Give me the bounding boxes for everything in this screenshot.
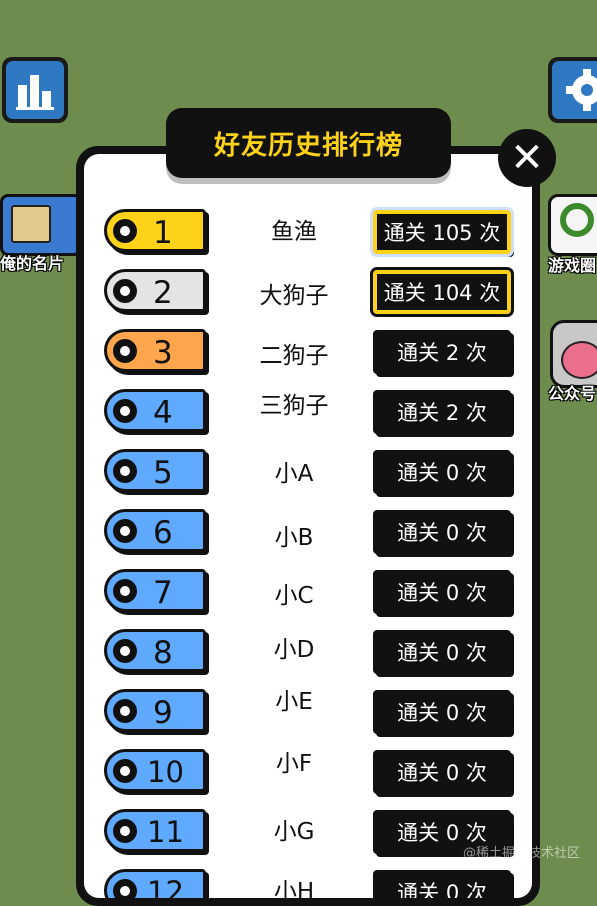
card-icon — [11, 205, 51, 243]
rank-number: 2 — [153, 275, 173, 311]
ring-icon — [113, 519, 137, 543]
rank-number: 11 — [147, 815, 184, 849]
table-row: 2 大狗子 通关 104 次 — [84, 266, 532, 316]
ring-icon — [113, 639, 137, 663]
player-name: 小E — [275, 689, 313, 715]
ring-icon — [113, 759, 137, 783]
pass-count-badge: 通关 0 次 — [373, 510, 511, 554]
ranking-panel: 1 鱼渔 通关 105 次 2 大狗子 通关 104 次 3 二狗子 通关 2 次 4 三狗子 通关 … — [76, 146, 540, 906]
pass-count-badge: 通关 0 次 — [373, 450, 511, 494]
pass-count-badge: 通关 0 次 — [373, 870, 511, 898]
ring-icon — [113, 879, 137, 898]
table-row: 10 小F 通关 0 次 — [84, 746, 532, 796]
ring-icon — [113, 819, 137, 843]
pass-count-badge: 通关 2 次 — [373, 390, 511, 434]
rank-badge: 12 — [104, 869, 206, 898]
table-row: 1 鱼渔 通关 105 次 — [84, 206, 532, 256]
pass-count-badge: 通关 104 次 — [373, 270, 511, 314]
rank-badge: 3 — [104, 329, 206, 372]
rank-number: 8 — [153, 635, 173, 671]
close-button[interactable]: ✕ — [498, 129, 556, 187]
rank-number: 1 — [153, 215, 173, 251]
rank-number: 4 — [153, 395, 173, 431]
rank-number: 6 — [153, 515, 173, 551]
rank-badge: 9 — [104, 689, 206, 732]
pass-count-badge: 通关 2 次 — [373, 330, 511, 374]
settings-button[interactable] — [548, 57, 597, 123]
pass-count-badge: 通关 0 次 — [373, 690, 511, 734]
player-name: 鱼渔 — [271, 219, 317, 245]
bar-chart-icon — [6, 61, 64, 119]
close-icon: ✕ — [510, 135, 544, 181]
pass-count-badge: 通关 105 次 — [373, 210, 511, 254]
player-name: 二狗子 — [259, 343, 329, 369]
ring-icon — [113, 579, 137, 603]
player-name: 三狗子 — [259, 393, 329, 419]
gear-icon — [552, 61, 597, 119]
rank-badge: 4 — [104, 389, 206, 432]
rank-badge: 11 — [104, 809, 206, 852]
player-name: 小C — [274, 583, 314, 609]
rank-number: 10 — [147, 755, 184, 789]
public-account-label: 公众号 — [548, 384, 597, 403]
pass-count-badge: 通关 0 次 — [373, 630, 511, 674]
watermark-text: @稀土掘金技术社区 — [463, 846, 581, 861]
mascot-icon — [561, 341, 597, 379]
table-row: 8 小D 通关 0 次 — [84, 626, 532, 676]
rank-number: 3 — [153, 335, 173, 371]
rank-badge: 7 — [104, 569, 206, 612]
my-card-label: 俺的名片 — [0, 254, 65, 273]
rank-badge: 5 — [104, 449, 206, 492]
rank-badge: 10 — [104, 749, 206, 792]
player-name: 小F — [275, 751, 313, 777]
player-name: 大狗子 — [259, 283, 329, 309]
table-row: 6 小B 通关 0 次 — [84, 506, 532, 556]
my-card-button[interactable] — [0, 194, 82, 256]
rank-badge: 2 — [104, 269, 206, 312]
table-row: 3 二狗子 通关 2 次 — [84, 326, 532, 376]
ring-icon — [113, 459, 137, 483]
pass-count-badge: 通关 0 次 — [373, 570, 511, 614]
ranking-list[interactable]: 1 鱼渔 通关 105 次 2 大狗子 通关 104 次 3 二狗子 通关 2 次 4 三狗子 通关 … — [84, 154, 532, 898]
player-name: 小G — [273, 819, 315, 845]
leaderboard-button[interactable] — [2, 57, 68, 123]
title-tab: 好友历史排行榜 — [166, 108, 451, 178]
pass-count-badge: 通关 0 次 — [373, 750, 511, 794]
page-title: 好友历史排行榜 — [213, 130, 403, 161]
ring-icon — [113, 279, 137, 303]
rank-number: 7 — [153, 575, 173, 611]
rank-number: 9 — [153, 695, 173, 731]
ring-icon — [113, 219, 137, 243]
table-row: 9 小E 通关 0 次 — [84, 686, 532, 736]
player-name: 小B — [274, 525, 314, 551]
ring-icon — [113, 399, 137, 423]
ring-icon — [113, 699, 137, 723]
table-row: 7 小C 通关 0 次 — [84, 566, 532, 616]
rank-badge: 8 — [104, 629, 206, 672]
player-name: 小D — [273, 637, 315, 663]
player-name: 小A — [274, 461, 314, 487]
rank-number: 5 — [153, 455, 173, 491]
table-row: 4 三狗子 通关 2 次 — [84, 386, 532, 436]
player-name: 小H — [273, 879, 315, 898]
table-row: 12 小H 通关 0 次 — [84, 866, 532, 898]
public-account-button[interactable] — [550, 320, 597, 388]
table-row: 5 小A 通关 0 次 — [84, 446, 532, 496]
ring-icon — [113, 339, 137, 363]
chat-bubble-icon — [560, 203, 594, 237]
rank-badge: 6 — [104, 509, 206, 552]
game-circle-button[interactable] — [548, 194, 597, 256]
game-circle-label: 游戏圈 — [548, 256, 597, 275]
rank-number: 12 — [147, 875, 184, 898]
rank-badge: 1 — [104, 209, 206, 252]
